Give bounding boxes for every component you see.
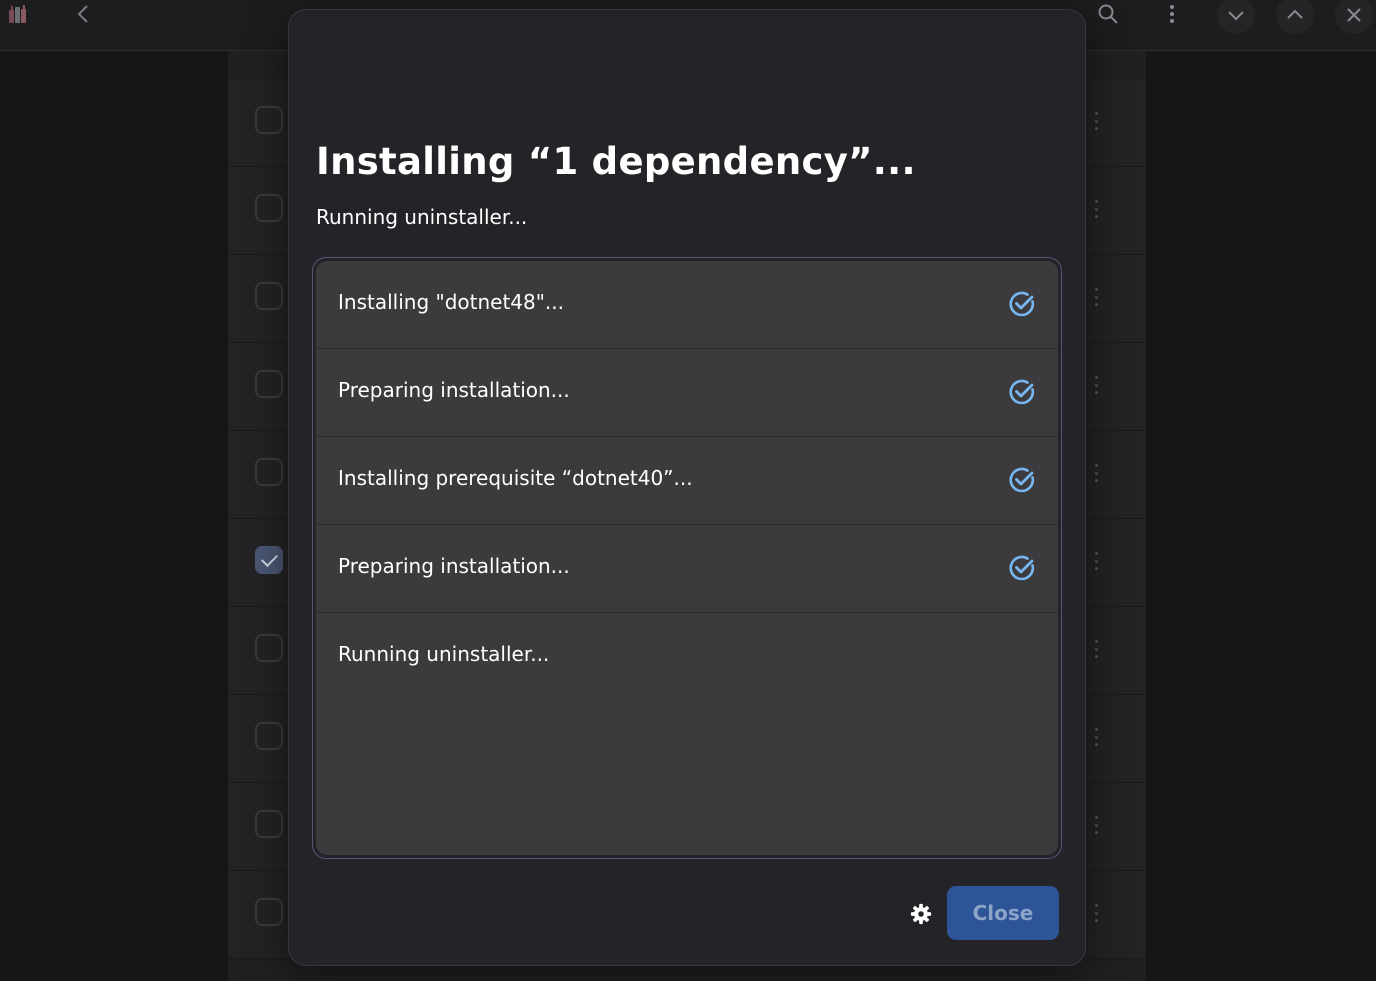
vertical-dots-icon[interactable]: [1094, 728, 1098, 746]
vertical-dots-icon[interactable]: [1094, 288, 1098, 306]
check-circle-icon: [1008, 554, 1036, 582]
step-label: Preparing installation...: [338, 554, 570, 578]
check-circle-icon: [1008, 290, 1036, 318]
row-checkbox[interactable]: [255, 634, 283, 662]
list-item: Running uninstaller...: [316, 613, 1058, 855]
list-item: Installing "dotnet48"...: [316, 261, 1058, 349]
vertical-dots-icon[interactable]: [1094, 816, 1098, 834]
list-item: Preparing installation...: [316, 525, 1058, 613]
vertical-dots-icon[interactable]: [1094, 552, 1098, 570]
vertical-dots-icon[interactable]: [1094, 904, 1098, 922]
dialog-subtitle: Running uninstaller...: [316, 205, 528, 229]
close-button[interactable]: Close: [947, 886, 1059, 940]
vertical-dots-icon[interactable]: [1160, 2, 1184, 26]
list-item: Preparing installation...: [316, 349, 1058, 437]
chevron-left-icon[interactable]: [72, 2, 96, 26]
gear-icon[interactable]: [908, 901, 934, 927]
vertical-dots-icon[interactable]: [1094, 112, 1098, 130]
row-checkbox[interactable]: [255, 282, 283, 310]
check-circle-icon: [1008, 466, 1036, 494]
row-checkbox[interactable]: [255, 106, 283, 134]
row-checkbox[interactable]: [255, 810, 283, 838]
vertical-dots-icon[interactable]: [1094, 200, 1098, 218]
install-progress-dialog: Installing “1 dependency”... Running uni…: [288, 9, 1086, 966]
close-icon[interactable]: [1335, 0, 1373, 34]
chevron-down-icon[interactable]: [1217, 0, 1255, 34]
vertical-dots-icon[interactable]: [1094, 464, 1098, 482]
row-checkbox[interactable]: [255, 370, 283, 398]
list-item: Installing prerequisite “dotnet40”...: [316, 437, 1058, 525]
row-checkbox-checked[interactable]: [255, 546, 283, 574]
dialog-title: Installing “1 dependency”...: [316, 140, 916, 183]
row-checkbox[interactable]: [255, 722, 283, 750]
vertical-dots-icon[interactable]: [1094, 376, 1098, 394]
step-label: Preparing installation...: [338, 378, 570, 402]
step-label: Installing prerequisite “dotnet40”...: [338, 466, 693, 490]
install-steps-list: Installing "dotnet48"... Preparing insta…: [312, 257, 1062, 859]
vertical-dots-icon[interactable]: [1094, 640, 1098, 658]
step-label: Running uninstaller...: [338, 642, 550, 666]
search-icon[interactable]: [1096, 2, 1120, 26]
chevron-up-icon[interactable]: [1276, 0, 1314, 34]
step-label: Installing "dotnet48"...: [338, 290, 565, 314]
row-checkbox[interactable]: [255, 194, 283, 222]
check-circle-icon: [1008, 378, 1036, 406]
row-checkbox[interactable]: [255, 458, 283, 486]
row-checkbox[interactable]: [255, 898, 283, 926]
wine-bottles-icon: [8, 4, 30, 24]
